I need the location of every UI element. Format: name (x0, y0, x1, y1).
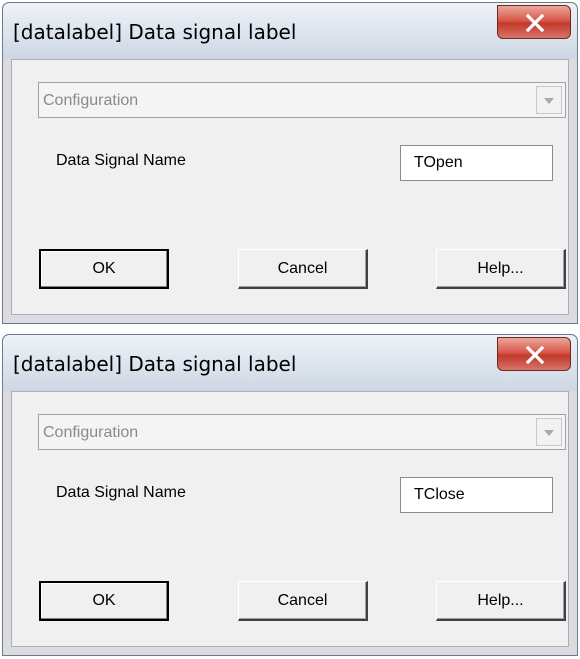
cancel-button[interactable]: Cancel (238, 249, 368, 289)
chevron-down-icon (544, 98, 554, 104)
configuration-value: Configuration (43, 424, 139, 441)
close-button[interactable] (497, 5, 571, 39)
data-signal-name-label: Data Signal Name (56, 152, 186, 169)
data-signal-name-input[interactable] (400, 145, 553, 181)
help-button[interactable]: Help... (436, 581, 566, 621)
configuration-dropdown[interactable]: Configuration (38, 82, 566, 118)
dialog-body: Configuration Data Signal Name OK Cancel… (11, 391, 569, 647)
configuration-value: Configuration (43, 92, 139, 109)
title-bar: [datalabel] Data signal label (3, 3, 577, 59)
dialog-body: Configuration Data Signal Name OK Cancel… (11, 59, 569, 315)
ok-button[interactable]: OK (39, 581, 169, 621)
dropdown-arrow-button[interactable] (536, 418, 562, 446)
data-signal-name-input[interactable] (400, 477, 553, 513)
chevron-down-icon (544, 430, 554, 436)
window-title: [datalabel] Data signal label (13, 352, 297, 376)
configuration-dropdown[interactable]: Configuration (38, 414, 566, 450)
close-icon (525, 346, 545, 364)
title-bar: [datalabel] Data signal label (3, 335, 577, 391)
ok-button[interactable]: OK (39, 249, 169, 289)
dialog-datalabel-topen: [datalabel] Data signal label Configurat… (2, 2, 578, 324)
help-button[interactable]: Help... (436, 249, 566, 289)
window-title: [datalabel] Data signal label (13, 20, 297, 44)
close-button[interactable] (497, 337, 571, 371)
close-icon (525, 14, 545, 32)
dialog-datalabel-tclose: [datalabel] Data signal label Configurat… (2, 334, 578, 656)
dropdown-arrow-button[interactable] (536, 86, 562, 114)
cancel-button[interactable]: Cancel (238, 581, 368, 621)
data-signal-name-label: Data Signal Name (56, 484, 186, 501)
